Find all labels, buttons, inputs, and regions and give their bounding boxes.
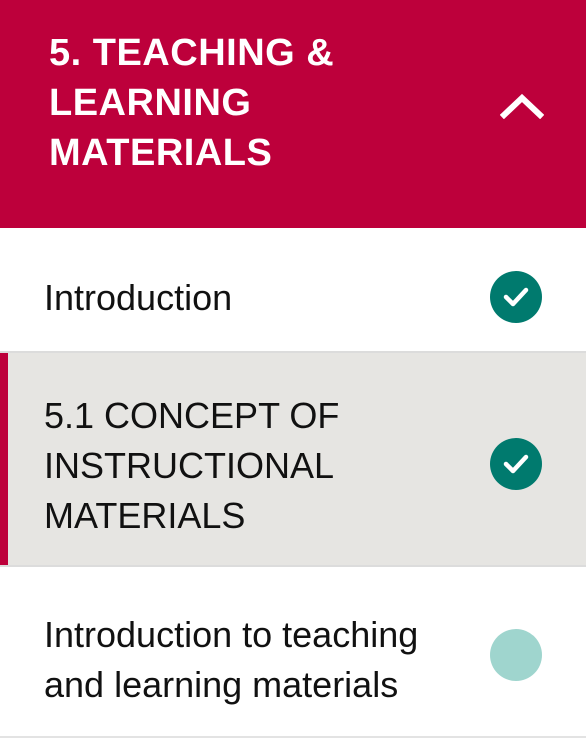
outline-item-intro-teaching-learning-materials[interactable]: Introduction to teaching and learning ma…	[0, 567, 586, 738]
section-title: 5. Teaching & Learning Materials	[49, 32, 335, 174]
outline-item-label: 5.1 Concept of Instructional Materials	[44, 395, 340, 536]
empty-circle-icon	[490, 629, 542, 681]
chevron-up-icon	[500, 93, 544, 119]
outline-item-label: Introduction to teaching and learning ma…	[44, 614, 419, 705]
outline-item-concept-of-instructional-materials[interactable]: 5.1 Concept of Instructional Materials	[0, 353, 586, 567]
course-outline-panel: 5. Teaching & Learning Materials Introdu…	[0, 0, 586, 738]
collapse-toggle-button[interactable]	[494, 80, 550, 132]
active-indicator	[0, 353, 8, 565]
check-circle-icon	[490, 271, 542, 323]
check-circle-icon	[490, 438, 542, 490]
outline-item-introduction[interactable]: Introduction	[0, 228, 586, 353]
section-header[interactable]: 5. Teaching & Learning Materials	[0, 0, 586, 228]
outline-item-label: Introduction	[44, 277, 233, 318]
